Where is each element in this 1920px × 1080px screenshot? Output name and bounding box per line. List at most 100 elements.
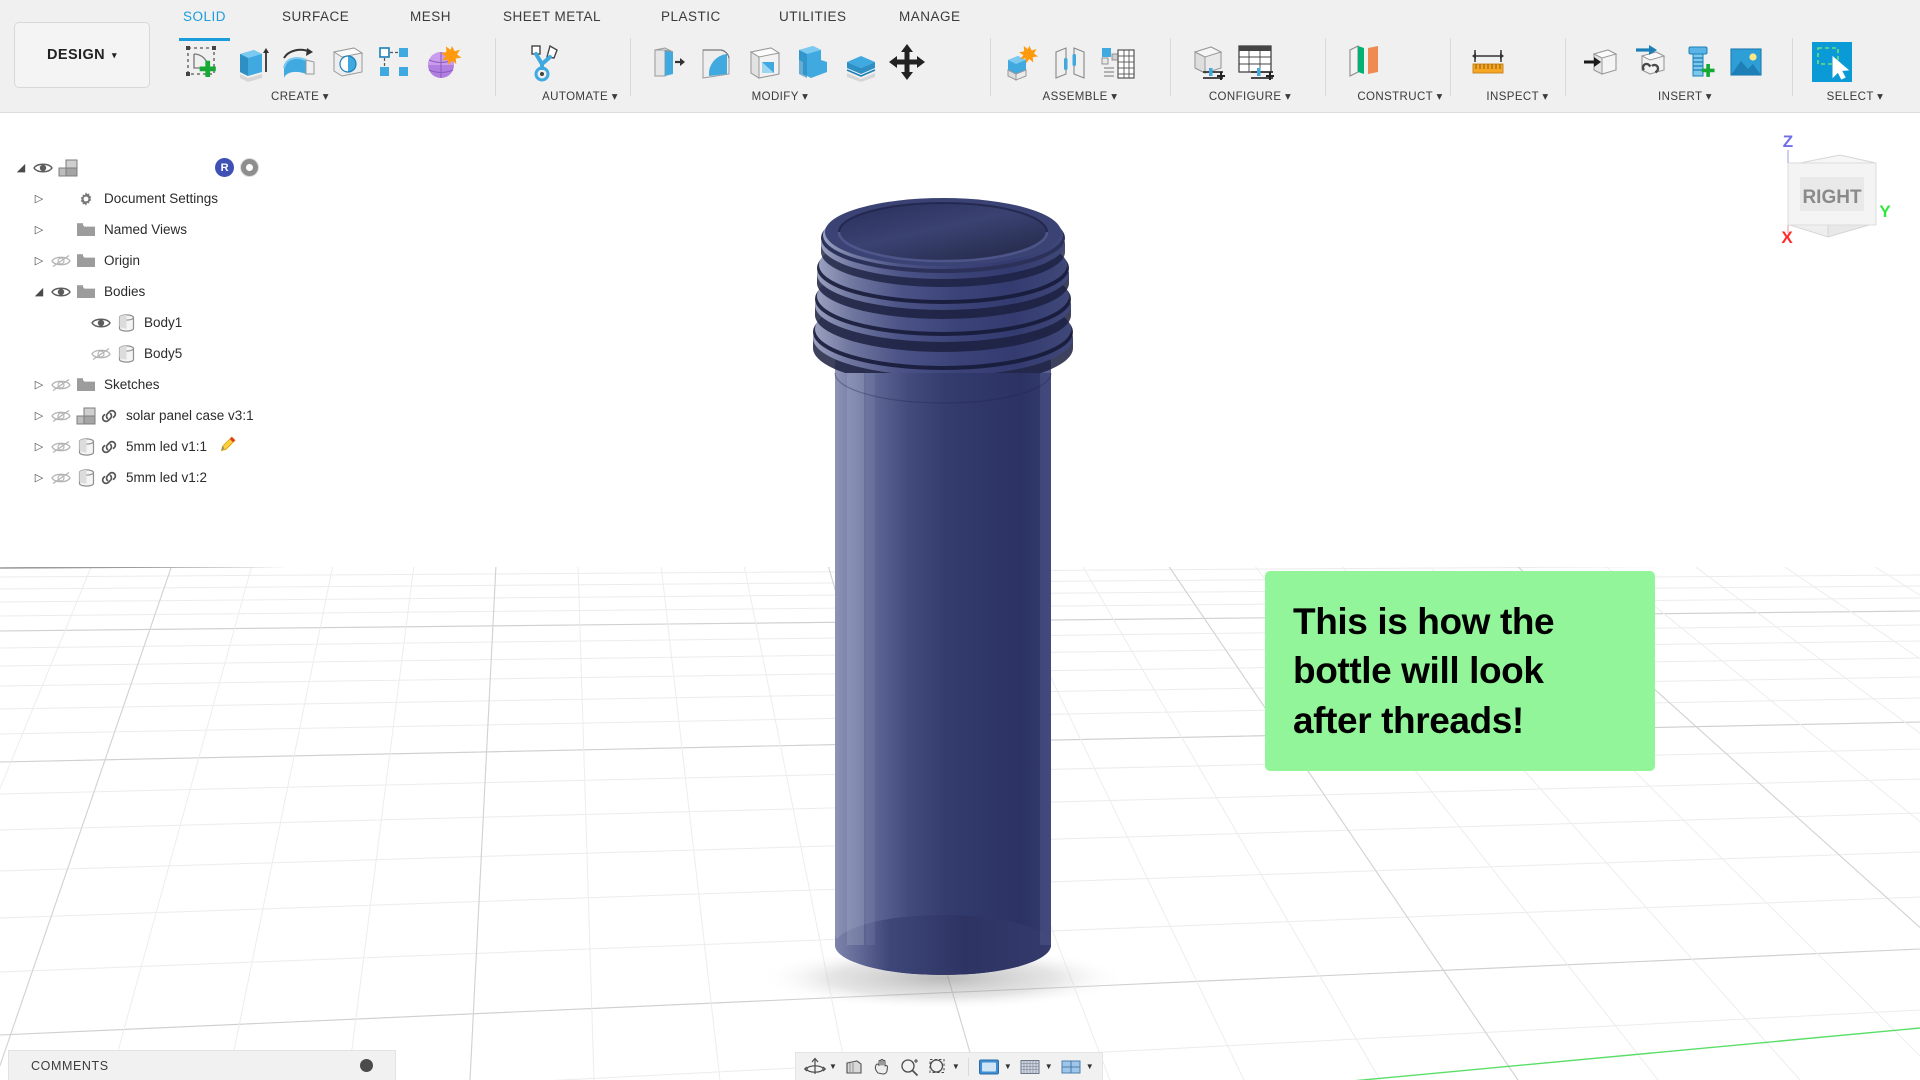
ribbon-tab-manage[interactable]: MANAGE	[899, 9, 961, 37]
sweep-icon[interactable]	[324, 40, 368, 84]
insert-canvas-icon[interactable]	[1724, 40, 1768, 84]
comments-panel-header[interactable]: COMMENTS	[8, 1050, 396, 1080]
form-icon[interactable]	[420, 40, 464, 84]
view-cube[interactable]: RIGHT Z Y X	[1748, 125, 1898, 255]
collapsed-arrow-icon[interactable]: ▷	[30, 223, 48, 236]
ribbon-group-label[interactable]: ASSEMBLE ▾	[1000, 89, 1160, 103]
expanded-arrow-icon[interactable]: ◢	[12, 161, 30, 174]
insert-derive-icon[interactable]	[1580, 40, 1624, 84]
create-sketch-icon[interactable]	[180, 40, 224, 84]
link-icon[interactable]	[98, 409, 120, 423]
ribbon-group-label[interactable]: INSERT ▾	[1580, 89, 1790, 103]
collapsed-arrow-icon[interactable]: ▷	[30, 409, 48, 422]
ribbon-tab-surface[interactable]: SURFACE	[282, 9, 349, 37]
eye-hidden-icon[interactable]	[48, 254, 74, 268]
eye-visible-icon[interactable]	[48, 285, 74, 299]
offset-plane-icon[interactable]	[1340, 40, 1384, 84]
collapsed-arrow-icon[interactable]: ▷	[30, 254, 48, 267]
revolve-icon[interactable]	[276, 40, 320, 84]
fit-icon[interactable]: ▼	[925, 1057, 962, 1077]
ribbon-tab-label: SURFACE	[282, 9, 350, 24]
bottle-opening	[825, 198, 1061, 266]
eye-hidden-icon[interactable]	[88, 347, 114, 361]
ribbon-group-select: SELECT ▾	[1810, 36, 1900, 103]
eye-hidden-icon[interactable]	[48, 409, 74, 423]
press-pull-icon[interactable]	[645, 40, 689, 84]
ribbon-group-automate: AUTOMATE ▾	[520, 36, 640, 103]
activate-component-radio[interactable]	[240, 158, 260, 177]
comments-menu-icon[interactable]	[360, 1059, 373, 1072]
annotation-callout: This is how the bottle will look after t…	[1265, 571, 1655, 771]
ribbon-tab-solid[interactable]: SOLID	[179, 9, 231, 41]
readonly-badge[interactable]: R	[215, 158, 235, 177]
eye-visible-icon[interactable]	[30, 161, 56, 175]
link-icon[interactable]	[98, 440, 120, 454]
pan-hand-icon[interactable]	[869, 1057, 895, 1077]
extrude-icon[interactable]	[228, 40, 272, 84]
expanded-arrow-icon[interactable]: ◢	[30, 285, 48, 298]
shell-icon[interactable]	[741, 40, 785, 84]
motion-study-icon[interactable]	[1096, 40, 1140, 84]
pan-look-at-icon[interactable]	[841, 1057, 867, 1077]
joint-icon[interactable]	[1048, 40, 1092, 84]
configure-table-icon[interactable]	[1233, 40, 1277, 84]
ribbon-separator	[990, 38, 991, 96]
ribbon-group-label[interactable]: CONSTRUCT ▾	[1340, 89, 1460, 103]
tree-item-label: Body5	[144, 346, 183, 361]
viewport-canvas[interactable]: RIGHT Z Y X This is how the bottle will …	[0, 113, 1920, 1080]
ribbon-tab-mesh[interactable]: MESH	[410, 9, 451, 37]
link-icon[interactable]	[98, 471, 120, 485]
grid-snaps-icon[interactable]: ▼	[1016, 1057, 1055, 1077]
annotation-line-1: This is how the	[1293, 601, 1555, 643]
new-component-icon[interactable]	[1000, 40, 1044, 84]
water-bottle-model[interactable]	[735, 133, 1165, 1080]
collapsed-arrow-icon[interactable]: ▷	[30, 471, 48, 484]
ribbon-group-label[interactable]: CONFIGURE ▾	[1185, 89, 1315, 103]
ribbon-group-label[interactable]: INSPECT ▾	[1465, 89, 1570, 103]
ribbon-group-icons	[1185, 36, 1315, 84]
chevron-down-icon[interactable]: ▼	[1045, 1062, 1053, 1071]
tree-item-label: Origin	[104, 253, 141, 268]
chevron-down-icon[interactable]: ▼	[952, 1062, 960, 1071]
zoom-icon[interactable]	[897, 1057, 923, 1077]
offset-face-icon[interactable]	[837, 40, 881, 84]
chevron-down-icon[interactable]: ▼	[1086, 1062, 1094, 1071]
ribbon-tab-utilities[interactable]: UTILITIES	[779, 9, 847, 37]
select-window-icon[interactable]	[1810, 40, 1854, 84]
automate-icon[interactable]	[520, 40, 564, 84]
ribbon-group-label[interactable]: AUTOMATE ▾	[520, 89, 640, 103]
edit-pencil-icon[interactable]	[219, 435, 237, 458]
ribbon-tab-label: MESH	[410, 9, 452, 24]
axis-y-label: Y	[1879, 202, 1891, 221]
ribbon-group-inspect: INSPECT ▾	[1465, 36, 1570, 103]
insert-fastener-icon[interactable]	[1676, 40, 1720, 84]
eye-hidden-icon[interactable]	[48, 440, 74, 454]
move-copy-icon[interactable]	[885, 40, 929, 84]
ribbon-tab-sheet-metal[interactable]: SHEET METAL	[503, 9, 601, 37]
configure-part-icon[interactable]	[1185, 40, 1229, 84]
eye-hidden-icon[interactable]	[48, 378, 74, 392]
display-settings-icon[interactable]: ▼	[975, 1057, 1014, 1077]
ribbon-group-label[interactable]: SELECT ▾	[1810, 89, 1900, 103]
folder-icon	[74, 284, 98, 300]
orbit-icon[interactable]: ▼	[802, 1057, 839, 1077]
tree-item-label: Bodies	[104, 284, 146, 299]
eye-visible-icon[interactable]	[88, 316, 114, 330]
combine-icon[interactable]	[789, 40, 833, 84]
collapsed-arrow-icon[interactable]: ▷	[30, 378, 48, 391]
fillet-icon[interactable]	[693, 40, 737, 84]
ribbon-group-label[interactable]: MODIFY ▾	[645, 89, 915, 103]
viewcube-face-label: RIGHT	[1802, 187, 1862, 208]
collapsed-arrow-icon[interactable]: ▷	[30, 192, 48, 205]
insert-mcmaster-icon[interactable]	[1628, 40, 1672, 84]
chevron-down-icon[interactable]: ▼	[829, 1062, 837, 1071]
collapsed-arrow-icon[interactable]: ▷	[30, 440, 48, 453]
body-icon	[114, 344, 138, 363]
pattern-icon[interactable]	[372, 40, 416, 84]
ribbon-group-label[interactable]: CREATE ▾	[180, 89, 420, 103]
eye-hidden-icon[interactable]	[48, 471, 74, 485]
measure-icon[interactable]	[1465, 40, 1509, 84]
viewports-icon[interactable]: ▼	[1057, 1057, 1096, 1077]
ribbon-tab-plastic[interactable]: PLASTIC	[661, 9, 721, 37]
chevron-down-icon[interactable]: ▼	[1004, 1062, 1012, 1071]
